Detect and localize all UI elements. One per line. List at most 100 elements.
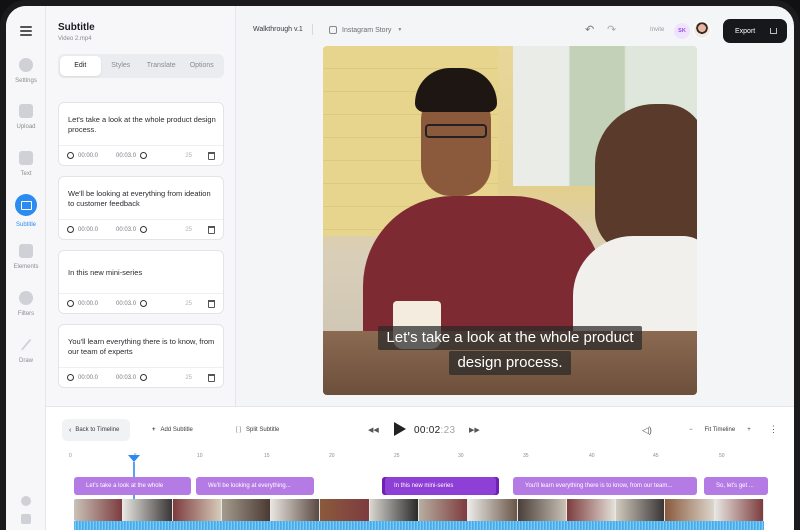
- draw-icon: [20, 338, 32, 352]
- video-thumbnail: [123, 499, 173, 521]
- zoom-out-icon[interactable]: −: [689, 427, 693, 433]
- subtitle-meta: 00:00.0 00:03.0 25: [59, 219, 223, 239]
- rail-item-upload[interactable]: Upload: [6, 104, 46, 130]
- help-icon[interactable]: [21, 496, 31, 506]
- split-subtitle-button[interactable]: [ ] Split Subtitle: [236, 427, 279, 433]
- ruler-tick: 0: [69, 453, 72, 459]
- subtitle-clip-selected[interactable]: In this new mini-series: [382, 477, 499, 495]
- collaborator-avatar[interactable]: SK: [674, 23, 690, 39]
- text-icon: [19, 151, 33, 165]
- video-caption[interactable]: Let's take a look at the whole product d…: [323, 326, 697, 375]
- start-time[interactable]: 00:00.0: [78, 301, 98, 307]
- video-preview[interactable]: Let's take a look at the whole product d…: [323, 46, 697, 395]
- rail-item-draw[interactable]: Draw: [6, 338, 46, 364]
- rail-item-elements[interactable]: Elements: [6, 244, 46, 270]
- end-time[interactable]: 00:03.0: [116, 375, 136, 381]
- export-button[interactable]: Export: [723, 19, 787, 43]
- trash-icon[interactable]: [208, 299, 215, 308]
- end-time[interactable]: 00:03.0: [116, 153, 136, 159]
- tab-options[interactable]: Options: [182, 56, 223, 76]
- trash-icon[interactable]: [208, 151, 215, 160]
- invite-link[interactable]: Invite: [650, 27, 664, 33]
- caption-line: Let's take a look at the whole product: [378, 326, 642, 350]
- top-bar: Walkthrough v.1 Instagram Story ▼ ↶ ↷ In…: [237, 6, 794, 46]
- ruler-tick: 35: [523, 453, 529, 459]
- redo-icon[interactable]: ↷: [607, 23, 616, 36]
- menu-icon[interactable]: [20, 26, 32, 38]
- panel-filename: Video 2.mp4: [58, 36, 92, 42]
- char-count: 25: [185, 152, 192, 159]
- video-thumbnail: [271, 499, 321, 521]
- user-avatar[interactable]: [693, 21, 711, 39]
- subtitle-text[interactable]: We'll be looking at everything from idea…: [68, 189, 216, 208]
- subtitle-text[interactable]: In this new mini-series: [68, 268, 216, 278]
- char-count: 25: [185, 300, 192, 307]
- rail-item-text[interactable]: Text: [6, 151, 46, 177]
- video-thumbnail: [221, 499, 272, 521]
- undo-icon[interactable]: ↶: [585, 23, 594, 36]
- subtitle-text[interactable]: You'll learn everything there is to know…: [68, 337, 216, 356]
- subtitle-card[interactable]: You'll learn everything there is to know…: [58, 324, 224, 388]
- ruler-tick: 20: [329, 453, 335, 459]
- stopwatch-icon: [140, 152, 148, 159]
- start-time[interactable]: 00:00.0: [78, 227, 98, 233]
- panel-tabs: Edit Styles Translate Options: [58, 54, 224, 78]
- project-name[interactable]: Walkthrough v.1: [253, 26, 303, 33]
- subtitle-clip[interactable]: We'll be looking at everything...: [196, 477, 314, 495]
- video-track[interactable]: [74, 499, 764, 521]
- play-icon[interactable]: [394, 422, 406, 436]
- upload-icon: [770, 28, 777, 34]
- end-time[interactable]: 00:03.0: [116, 301, 136, 307]
- rail-item-label: Draw: [18, 358, 33, 364]
- tab-translate[interactable]: Translate: [141, 56, 182, 76]
- split-icon: [ ]: [236, 427, 242, 433]
- ruler-tick: 50: [719, 453, 725, 459]
- video-thumbnail: [665, 499, 715, 521]
- rail-item-subtitle[interactable]: Subtitle: [6, 194, 46, 228]
- start-time[interactable]: 00:00.0: [78, 153, 98, 159]
- panel-title: Subtitle: [58, 22, 95, 33]
- end-time[interactable]: 00:03.0: [116, 227, 136, 233]
- zoom-in-icon[interactable]: +: [747, 427, 751, 433]
- start-time[interactable]: 00:00.0: [78, 375, 98, 381]
- subtitle-card[interactable]: In this new mini-series 00:00.0 00:03.0 …: [58, 250, 224, 314]
- subtitle-clip[interactable]: Let's take a look at the whole: [74, 477, 191, 495]
- format-dropdown[interactable]: Instagram Story ▼: [329, 26, 402, 34]
- timeline-ruler[interactable]: 0 5 10 15 20 25 30 35 40 45 50: [69, 453, 787, 467]
- video-thumbnail: [468, 499, 518, 521]
- clock-icon: [67, 226, 74, 233]
- playhead-handle[interactable]: [128, 455, 140, 462]
- add-subtitle-button[interactable]: + Add Subtitle: [152, 427, 193, 433]
- fit-timeline-button[interactable]: Fit Timeline: [705, 427, 736, 433]
- subtitle-meta: 00:00.0 00:03.0 25: [59, 293, 223, 313]
- rail-item-settings[interactable]: Settings: [6, 58, 46, 84]
- zoom-controls: − Fit Timeline +: [689, 427, 751, 433]
- back-to-timeline-button[interactable]: ‹ Back to Timeline: [62, 419, 130, 441]
- subtitle-text[interactable]: Let's take a look at the whole product d…: [68, 115, 216, 134]
- tab-edit[interactable]: Edit: [60, 56, 101, 76]
- rail-item-label: Upload: [16, 124, 36, 130]
- ruler-tick: 40: [589, 453, 595, 459]
- audio-waveform[interactable]: [74, 521, 764, 530]
- trash-icon[interactable]: [208, 373, 215, 382]
- filters-icon: [19, 291, 33, 305]
- more-options-icon[interactable]: ⋮: [769, 424, 778, 435]
- char-count: 25: [185, 226, 192, 233]
- trash-icon[interactable]: [208, 225, 215, 234]
- volume-icon[interactable]: ◁): [642, 425, 652, 436]
- subtitle-card[interactable]: Let's take a look at the whole product d…: [58, 102, 224, 166]
- subtitle-clip[interactable]: You'll learn everything there is to know…: [513, 477, 697, 495]
- rewind-icon[interactable]: ◀◀: [368, 426, 379, 434]
- person-hair: [595, 104, 697, 254]
- rail-item-filters[interactable]: Filters: [6, 291, 46, 317]
- stopwatch-icon: [140, 374, 148, 381]
- keyboard-icon[interactable]: [21, 514, 31, 524]
- subtitle-clip[interactable]: So, let's get ...: [704, 477, 768, 495]
- rail-item-label: Text: [20, 171, 32, 177]
- fast-forward-icon[interactable]: ▶▶: [469, 426, 480, 434]
- subtitle-card[interactable]: We'll be looking at everything from idea…: [58, 176, 224, 240]
- tab-styles[interactable]: Styles: [101, 56, 142, 76]
- instagram-icon: [329, 26, 337, 34]
- left-rail: Settings Upload Text Subtitle Elements F…: [6, 6, 46, 530]
- split-subtitle-label: Split Subtitle: [246, 427, 280, 433]
